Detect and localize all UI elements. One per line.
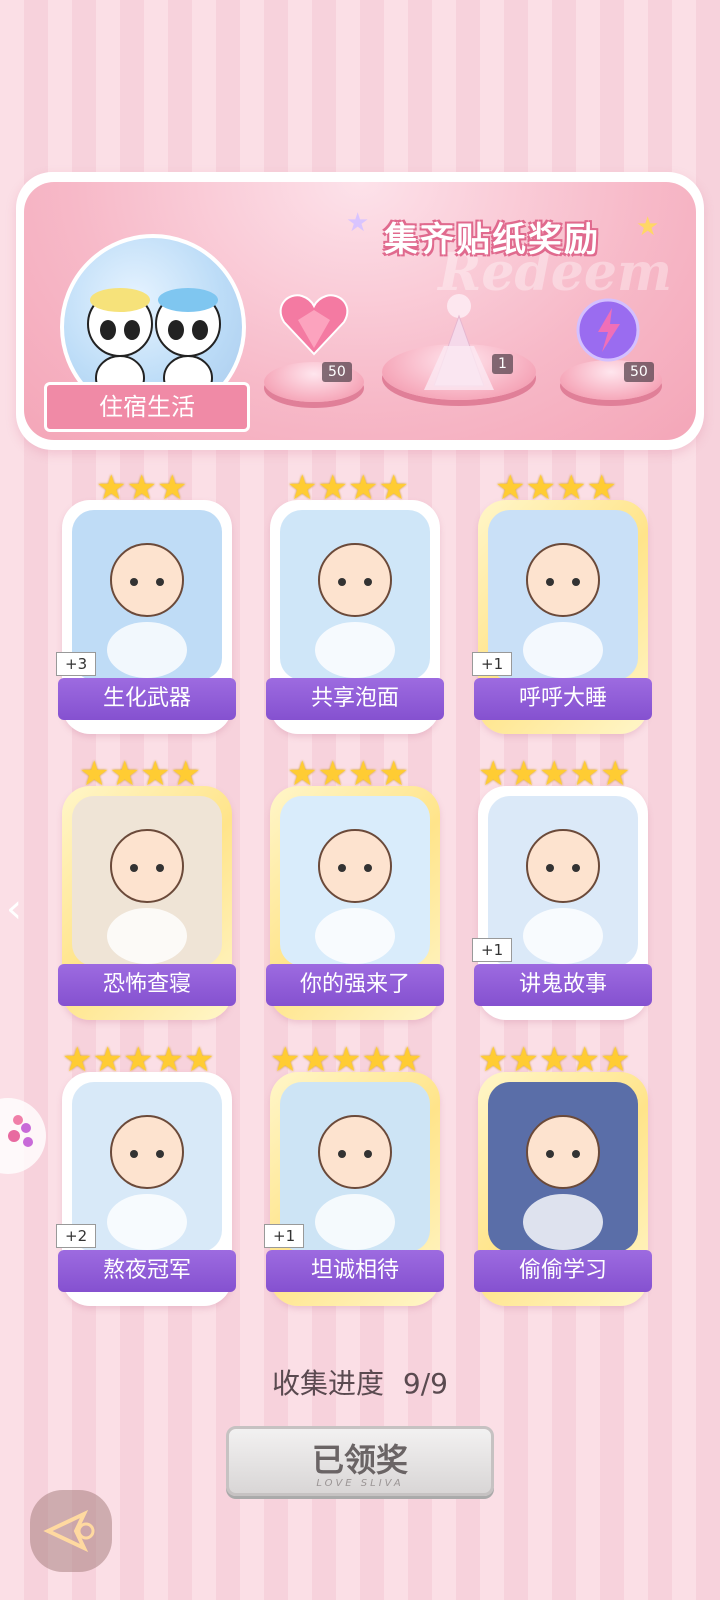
star-icon: ★ bbox=[139, 754, 171, 794]
duplicate-count-badge: +2 bbox=[56, 1224, 97, 1248]
star-icon: ★ bbox=[525, 468, 556, 508]
sticker-artwork bbox=[280, 510, 430, 680]
star-icon: ★ bbox=[126, 468, 157, 508]
star-rating: ★★★★★ bbox=[478, 754, 630, 794]
claimed-button-label: 已领奖 bbox=[311, 1441, 408, 1479]
star-rating: ★★★★ bbox=[495, 468, 617, 508]
star-icon: ★ bbox=[569, 1040, 600, 1080]
dress-outfit-icon[interactable] bbox=[404, 286, 514, 396]
star-rating: ★★★★ bbox=[287, 754, 409, 794]
star-icon: ★ bbox=[183, 1040, 215, 1080]
pink-heart-gem-icon[interactable] bbox=[278, 290, 350, 360]
duplicate-count-badge: +1 bbox=[472, 652, 513, 676]
star-icon: ★ bbox=[478, 754, 509, 794]
star-icon: ★ bbox=[79, 754, 110, 794]
star-icon: ★ bbox=[391, 1040, 423, 1080]
sticker-name: 偷偷学习 bbox=[474, 1250, 652, 1292]
collection-progress: 收集进度 9/9 bbox=[0, 1362, 720, 1402]
star-icon: ★ bbox=[636, 212, 660, 242]
star-icon: ★ bbox=[586, 468, 617, 508]
star-icon: ★ bbox=[287, 468, 318, 508]
star-icon: ★ bbox=[508, 754, 539, 794]
claimed-button[interactable]: 已领奖 LOVE SLIVA bbox=[226, 1426, 494, 1496]
star-icon: ★ bbox=[569, 754, 600, 794]
sticker-name: 你的强来了 bbox=[266, 964, 444, 1006]
sticker-name: 共享泡面 bbox=[266, 678, 444, 720]
back-arrow-icon bbox=[43, 1509, 95, 1553]
star-rating: ★★★★ bbox=[79, 754, 201, 794]
star-icon: ★ bbox=[62, 1040, 93, 1080]
sticker-name: 生化武器 bbox=[58, 678, 236, 720]
sticker-card[interactable]: 讲鬼故事 +1 ★★★★★ bbox=[472, 754, 652, 1020]
star-icon: ★ bbox=[346, 208, 370, 238]
duplicate-count-badge: +3 bbox=[56, 652, 97, 676]
back-button[interactable] bbox=[30, 1490, 112, 1572]
dorm-life-label: 住宿生活 bbox=[44, 382, 250, 432]
sticker-card[interactable]: 共享泡面 ★★★★ bbox=[266, 468, 444, 734]
sticker-card[interactable]: 你的强来了 ★★★★ bbox=[266, 754, 444, 1020]
star-icon: ★ bbox=[378, 468, 409, 508]
star-icon: ★ bbox=[156, 468, 188, 508]
reward-count: 50 bbox=[322, 362, 352, 382]
duplicate-count-badge: +1 bbox=[472, 938, 513, 962]
star-rating: ★★★★ bbox=[287, 468, 409, 508]
sticker-name: 坦诚相待 bbox=[266, 1250, 444, 1292]
star-icon: ★ bbox=[538, 754, 570, 794]
sticker-artwork bbox=[72, 796, 222, 966]
star-icon: ★ bbox=[109, 754, 140, 794]
sticker-artwork bbox=[280, 796, 430, 966]
star-icon: ★ bbox=[478, 1040, 509, 1080]
side-menu-tab[interactable] bbox=[0, 1098, 46, 1174]
sticker-name: 讲鬼故事 bbox=[474, 964, 652, 1006]
sticker-card[interactable]: 恐怖查寝 ★★★★ bbox=[58, 754, 236, 1020]
star-icon: ★ bbox=[361, 1040, 392, 1080]
banner-title: 集齐贴纸奖励 bbox=[384, 220, 600, 260]
star-icon: ★ bbox=[599, 1040, 631, 1080]
star-rating: ★★★★★ bbox=[62, 1040, 214, 1080]
purple-energy-orb-icon[interactable] bbox=[574, 296, 642, 364]
star-icon: ★ bbox=[153, 1040, 184, 1080]
star-icon: ★ bbox=[96, 468, 127, 508]
star-icon: ★ bbox=[378, 754, 409, 794]
sticker-name: 呼呼大睡 bbox=[474, 678, 652, 720]
star-rating: ★★★ bbox=[96, 468, 187, 508]
sticker-card[interactable]: 坦诚相待 +1 ★★★★★ bbox=[264, 1040, 444, 1306]
flower-icon bbox=[8, 1115, 33, 1147]
star-icon: ★ bbox=[495, 468, 526, 508]
reward-count: 50 bbox=[624, 362, 654, 382]
reward-banner: Redeem ★ ★ 集齐贴纸奖励 住宿生活 50 1 50 bbox=[16, 172, 704, 450]
star-icon: ★ bbox=[317, 468, 348, 508]
sticker-name: 恐怖查寝 bbox=[58, 964, 236, 1006]
star-icon: ★ bbox=[330, 1040, 362, 1080]
claimed-button-subtitle: LOVE SLIVA bbox=[316, 1478, 404, 1489]
star-icon: ★ bbox=[122, 1040, 154, 1080]
star-rating: ★★★★★ bbox=[478, 1040, 630, 1080]
star-icon: ★ bbox=[347, 754, 379, 794]
star-icon: ★ bbox=[170, 754, 201, 794]
progress-label: 收集进度 bbox=[272, 1367, 385, 1400]
star-icon: ★ bbox=[555, 468, 587, 508]
star-icon: ★ bbox=[300, 1040, 331, 1080]
star-icon: ★ bbox=[270, 1040, 301, 1080]
star-icon: ★ bbox=[538, 1040, 570, 1080]
sticker-artwork bbox=[488, 1082, 638, 1252]
star-rating: ★★★★★ bbox=[270, 1040, 422, 1080]
sticker-card[interactable]: 偷偷学习 ★★★★★ bbox=[474, 1040, 652, 1306]
sticker-card[interactable]: 生化武器 +3 ★★★ bbox=[56, 468, 236, 734]
duplicate-count-badge: +1 bbox=[264, 1224, 305, 1248]
sticker-card[interactable]: 熬夜冠军 +2 ★★★★★ bbox=[56, 1040, 236, 1306]
star-icon: ★ bbox=[508, 1040, 539, 1080]
star-icon: ★ bbox=[599, 754, 631, 794]
previous-page-arrow-icon[interactable]: ‹ bbox=[6, 886, 22, 932]
star-icon: ★ bbox=[317, 754, 348, 794]
sticker-card[interactable]: 呼呼大睡 +1 ★★★★ bbox=[472, 468, 652, 734]
star-icon: ★ bbox=[287, 754, 318, 794]
star-icon: ★ bbox=[92, 1040, 123, 1080]
progress-value: 9/9 bbox=[402, 1367, 448, 1400]
sticker-name: 熬夜冠军 bbox=[58, 1250, 236, 1292]
reward-count: 1 bbox=[492, 354, 513, 374]
star-icon: ★ bbox=[347, 468, 379, 508]
